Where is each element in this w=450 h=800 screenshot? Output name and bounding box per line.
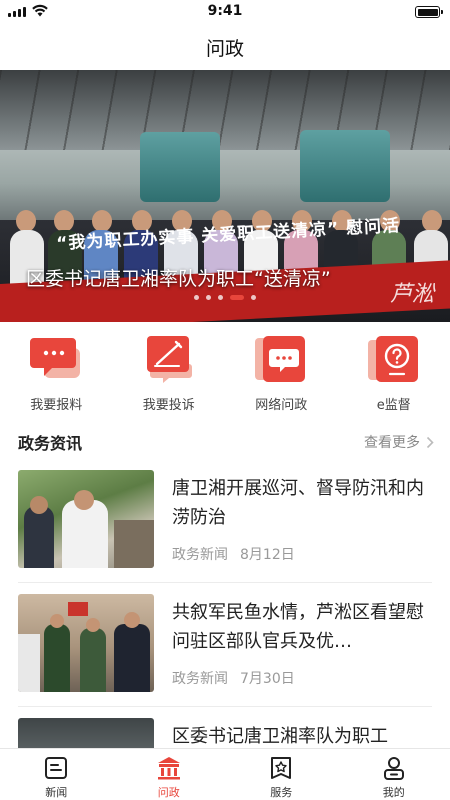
banner-carousel[interactable]: “我为职工办实事 关爱职工送清凉” 慰问活 区委书记唐卫湘率队为职工“送清凉” … (0, 70, 450, 322)
news-title: 共叙军民鱼水情，芦淞区看望慰问驻区部队官兵及优… (172, 602, 424, 652)
carousel-dot[interactable] (218, 295, 223, 300)
news-title: 唐卫湘开展巡河、督导防汛和内涝防治 (172, 478, 424, 528)
tab-label: 问政 (157, 786, 180, 799)
profile-icon (383, 757, 404, 780)
status-bar: 9:41 (0, 0, 450, 24)
quick-action-network-inquiry[interactable]: 网络问政 (225, 334, 338, 414)
news-thumbnail (18, 594, 154, 692)
service-icon (271, 757, 292, 779)
tab-profile[interactable]: 我的 (338, 749, 450, 800)
quick-action-complaint[interactable]: 我要投诉 (113, 334, 226, 414)
status-time: 9:41 (207, 3, 243, 19)
tab-label: 服务 (270, 786, 293, 799)
quick-action-label: 我要报料 (30, 398, 83, 413)
quick-action-label: e监督 (376, 398, 411, 413)
news-item[interactable]: 共叙军民鱼水情，芦淞区看望慰问驻区部队官兵及优… 政务新闻 7月30日 (18, 594, 432, 700)
question-icon (367, 334, 420, 384)
news-category: 政务新闻 (172, 671, 228, 687)
tab-service[interactable]: 服务 (225, 749, 338, 800)
battery-icon (415, 6, 443, 18)
quick-actions: 我要报料 我要投诉 网络问政 e监督 (0, 334, 450, 414)
quick-action-e-supervision[interactable]: e监督 (338, 334, 450, 414)
message-icon (255, 334, 307, 384)
tab-government[interactable]: 问政 (113, 749, 226, 800)
news-title: 区委书记唐卫湘率队为职工 (172, 726, 388, 747)
view-more-link[interactable]: 查看更多 (364, 432, 434, 452)
page-title: 问政 (205, 37, 244, 60)
divider (18, 706, 432, 707)
quick-action-label: 我要投诉 (142, 398, 195, 413)
section-header: 政务资讯 查看更多 (18, 430, 434, 454)
news-thumbnail (18, 470, 154, 568)
carousel-dot[interactable] (206, 295, 211, 300)
news-icon (45, 757, 68, 779)
chat-bubble-icon (30, 334, 82, 384)
banner-caption: 区委书记唐卫湘率队为职工“送清凉” (26, 268, 331, 290)
news-item[interactable]: 区委书记唐卫湘率队为职工 (18, 718, 432, 748)
view-more-label: 查看更多 (364, 435, 420, 451)
news-date: 8月12日 (240, 547, 295, 563)
carousel-dot[interactable] (194, 295, 199, 300)
carousel-indicator (0, 295, 450, 300)
carousel-dot[interactable] (251, 295, 256, 300)
news-date: 7月30日 (240, 671, 295, 687)
news-thumbnail (18, 718, 154, 748)
quick-action-report[interactable]: 我要报料 (0, 334, 113, 414)
nav-bar: 问政 (0, 24, 450, 70)
news-meta: 政务新闻 8月12日 (172, 544, 295, 564)
banner-watermark: 芦淞 (389, 282, 434, 307)
news-category: 政务新闻 (172, 547, 228, 563)
government-icon (157, 757, 180, 780)
tab-bar: 新闻 问政 服务 我的 (0, 748, 450, 800)
news-item[interactable]: 唐卫湘开展巡河、督导防汛和内涝防治 政务新闻 8月12日 (18, 470, 432, 576)
news-meta: 政务新闻 7月30日 (172, 668, 295, 688)
section-title: 政务资讯 (18, 434, 83, 453)
divider (18, 582, 432, 583)
chevron-right-icon (426, 436, 434, 448)
tab-label: 我的 (382, 786, 405, 799)
complaint-pen-icon (143, 334, 195, 384)
tab-news[interactable]: 新闻 (0, 749, 113, 800)
tab-label: 新闻 (45, 786, 68, 799)
carousel-dot-active[interactable] (230, 295, 244, 300)
quick-action-label: 网络问政 (255, 398, 308, 413)
